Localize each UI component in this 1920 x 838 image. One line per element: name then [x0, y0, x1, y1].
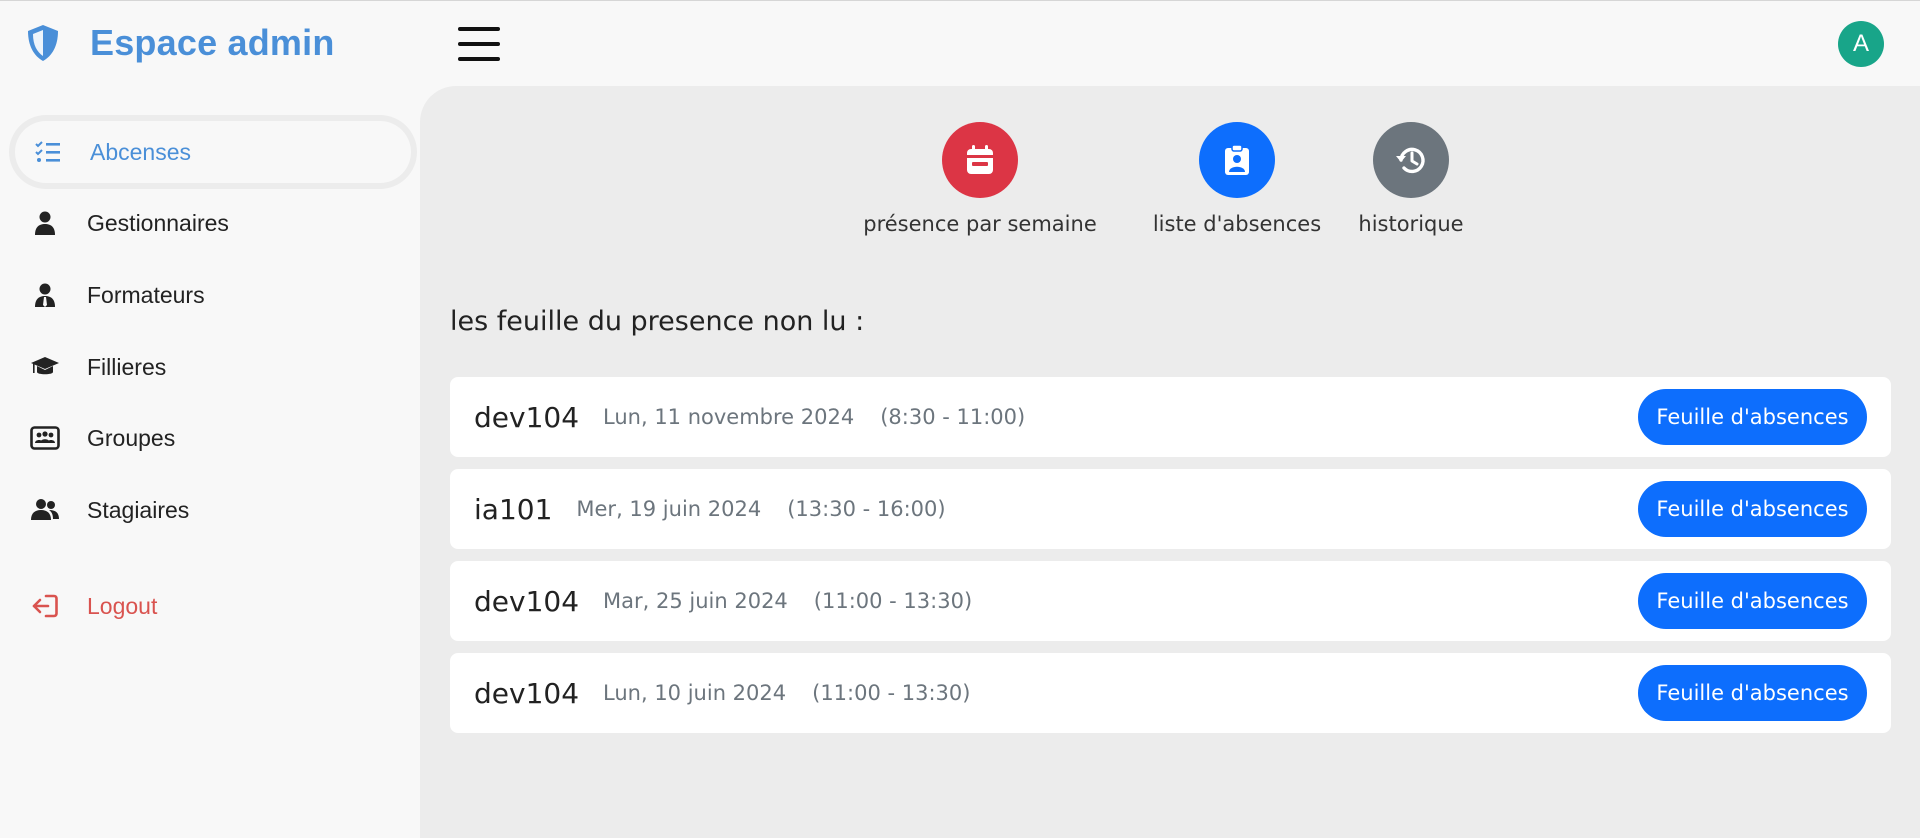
feuille-absences-button[interactable]: Feuille d'absences: [1638, 389, 1867, 445]
sheet-group: dev104: [474, 400, 580, 434]
sheet-time: (8:30 - 11:00): [880, 405, 1026, 429]
list-item: dev104 Lun, 11 novembre 2024 (8:30 - 11:…: [450, 377, 1891, 457]
clipboard-user-icon: [1199, 122, 1275, 198]
sheet-date: Lun, 10 juin 2024: [603, 681, 787, 705]
section-title: les feuille du presence non lu :: [450, 306, 865, 337]
sheet-date: Mer, 19 juin 2024: [576, 497, 762, 521]
app-title: Espace admin: [90, 22, 335, 63]
calendar-icon: [942, 122, 1018, 198]
quick-action-label: présence par semaine: [863, 212, 1097, 236]
sidebar-item-label: Stagiaires: [87, 496, 190, 523]
sidebar-item-groupes[interactable]: Groupes: [12, 407, 414, 469]
quick-action-label: liste d'absences: [1152, 212, 1322, 236]
sidebar-item-fillieres[interactable]: Fillieres: [12, 336, 414, 398]
sheet-time: (11:00 - 13:30): [813, 589, 973, 613]
sidebar-item-label: Abcenses: [90, 138, 192, 165]
logout-label: Logout: [87, 592, 158, 619]
sidebar-item-formateurs[interactable]: Formateurs: [12, 264, 414, 326]
shield-icon: [26, 23, 62, 63]
sidebar: Abcenses Gestionnaires Formateurs Fillie…: [0, 87, 420, 838]
sidebar-item-label: Gestionnaires: [87, 209, 229, 236]
quick-action-label: historique: [1358, 212, 1464, 236]
history-icon: [1373, 122, 1449, 198]
quick-action-historique[interactable]: historique: [1336, 122, 1486, 236]
feuille-absences-button[interactable]: Feuille d'absences: [1638, 665, 1867, 721]
sidebar-item-label: Groupes: [87, 424, 176, 451]
user-icon: [30, 208, 60, 238]
sheet-time: (11:00 - 13:30): [812, 681, 971, 705]
sheet-date: Lun, 11 novembre 2024: [603, 405, 855, 429]
avatar[interactable]: A: [1838, 21, 1884, 67]
sidebar-item-abcenses[interactable]: Abcenses: [15, 121, 411, 183]
sheet-time: (13:30 - 16:00): [787, 497, 946, 521]
quick-action-liste-absences[interactable]: liste d'absences: [1142, 122, 1332, 236]
main-content: présence par semaine liste d'absences hi…: [420, 86, 1920, 838]
sidebar-item-label: Fillieres: [87, 353, 167, 380]
logout-button[interactable]: Logout: [12, 575, 414, 637]
id-card-group-icon: [30, 423, 60, 453]
feuille-absences-button[interactable]: Feuille d'absences: [1638, 481, 1867, 537]
sheet-group: dev104: [474, 584, 580, 618]
sidebar-item-stagiaires[interactable]: Stagiaires: [12, 479, 414, 541]
graduation-cap-icon: [30, 352, 60, 382]
sidebar-item-label: Formateurs: [87, 281, 205, 308]
brand[interactable]: Espace admin: [26, 21, 335, 65]
sheet-group: ia101: [474, 492, 553, 526]
quick-action-presence-par-semaine[interactable]: présence par semaine: [860, 122, 1100, 236]
hamburger-menu-icon[interactable]: [458, 27, 500, 61]
user-tie-icon: [30, 280, 60, 310]
list-item: dev104 Lun, 10 juin 2024 (11:00 - 13:30)…: [450, 653, 1891, 733]
list-item: dev104 Mar, 25 juin 2024 (11:00 - 13:30)…: [450, 561, 1891, 641]
sidebar-item-gestionnaires[interactable]: Gestionnaires: [12, 192, 414, 254]
list-check-icon: [33, 137, 63, 167]
sheet-date: Mar, 25 juin 2024: [603, 589, 788, 613]
users-icon: [30, 495, 60, 525]
logout-icon: [30, 591, 60, 621]
list-item: ia101 Mer, 19 juin 2024 (13:30 - 16:00) …: [450, 469, 1891, 549]
sheet-group: dev104: [474, 676, 580, 710]
feuille-absences-button[interactable]: Feuille d'absences: [1638, 573, 1867, 629]
